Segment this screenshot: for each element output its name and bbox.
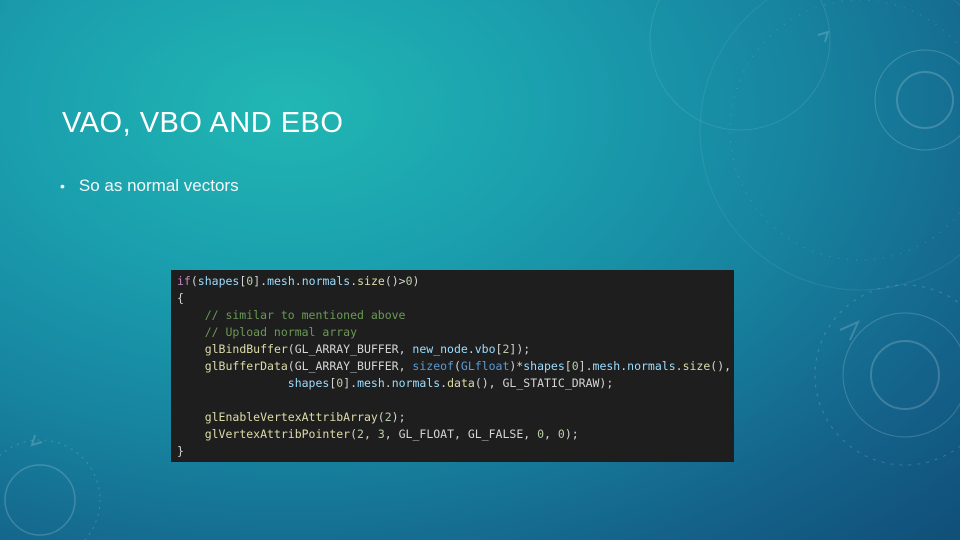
bullet-text: So as normal vectors xyxy=(78,176,239,195)
code-line: { xyxy=(177,291,184,305)
code-line: // similar to mentioned above xyxy=(177,308,406,322)
bullet-icon: • xyxy=(60,178,65,194)
bullet-list: • So as normal vectors xyxy=(60,176,239,196)
code-line: glVertexAttribPointer(2, 3, GL_FLOAT, GL… xyxy=(204,427,579,441)
code-screenshot: if(shapes[0].mesh.normals.size()>0) { //… xyxy=(171,270,734,462)
code-line: // Upload normal array xyxy=(177,325,358,339)
code-line: if(shapes[0].mesh.normals.size()>0) xyxy=(177,274,420,288)
list-item: • So as normal vectors xyxy=(60,176,239,196)
code-line: glEnableVertexAttribArray(2); xyxy=(204,410,406,424)
slide-title: VAO, VBO AND EBO xyxy=(62,107,344,140)
code-line: glBindBuffer(GL_ARRAY_BUFFER, new_node.v… xyxy=(204,342,531,356)
code-line: glBufferData(GL_ARRAY_BUFFER, sizeof(GLf… xyxy=(204,359,732,373)
code-line: } xyxy=(177,444,184,458)
code-line: shapes[0].mesh.normals.data(), GL_STATIC… xyxy=(287,376,614,390)
